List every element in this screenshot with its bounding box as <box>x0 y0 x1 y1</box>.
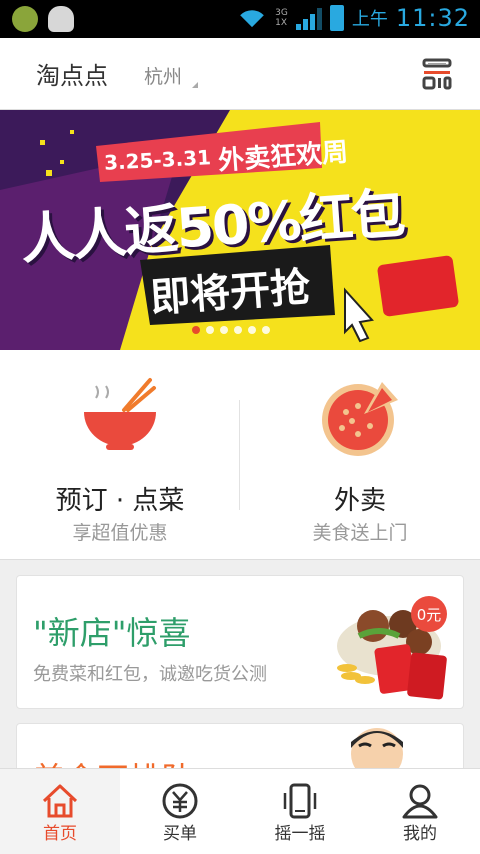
promo-banner[interactable]: 3.25-3.31 外卖狂欢周 人人返50%红包 即将开抢 <box>0 110 480 350</box>
entry-subtitle: 享超值优惠 <box>72 522 168 544</box>
home-icon <box>42 784 78 818</box>
network-type: 3G <box>275 8 288 18</box>
tab-label: 首页 <box>43 824 77 844</box>
city-selector[interactable]: 杭州 <box>144 62 182 89</box>
app-notification-icon <box>12 6 38 32</box>
noodle-bowl-icon <box>84 378 156 450</box>
clock: 11:32 <box>395 4 470 32</box>
yuan-pay-icon <box>162 783 198 819</box>
card-subtitle: 免费菜和红包，诚邀吃货公测 <box>33 664 267 685</box>
pizza-icon <box>322 382 398 456</box>
entry-title: 预订 · 点菜 <box>55 486 185 516</box>
tab-profile[interactable]: 我的 <box>360 769 480 854</box>
tab-label: 我的 <box>403 824 437 844</box>
carousel-dot <box>220 326 228 334</box>
entry-title: 外卖 <box>333 486 386 516</box>
qr-scan-icon[interactable] <box>422 58 452 90</box>
carousel-dot <box>234 326 242 334</box>
wifi-icon <box>240 10 264 28</box>
tab-label: 摇一摇 <box>274 824 326 844</box>
banner-cta: 即将开抢 <box>148 264 312 322</box>
tab-pay[interactable]: 买单 <box>120 769 240 854</box>
bottom-tab-bar: 首页 买单 摇一摇 我的 <box>0 768 480 854</box>
food-redpacket-illustration: 0元 <box>337 596 447 700</box>
tab-home[interactable]: 首页 <box>0 769 120 854</box>
android-icon <box>48 6 74 32</box>
tab-label: 买单 <box>163 824 197 844</box>
caret-down-icon[interactable] <box>192 82 198 88</box>
app-header: 淘点点 杭州 <box>0 38 480 110</box>
shake-phone-icon <box>283 783 317 819</box>
main-entries: 预订 · 点菜 享超值优惠 外卖 美食送上门 <box>0 350 480 560</box>
sim-label: 1X <box>275 18 288 28</box>
entry-subtitle: 美食送上门 <box>312 522 408 544</box>
card-badge: 0元 <box>417 606 442 624</box>
entry-delivery[interactable]: 外卖 美食送上门 <box>240 350 480 560</box>
carousel-dot <box>206 326 214 334</box>
battery-icon <box>329 5 344 31</box>
time-period: 上午 <box>351 9 388 30</box>
signal-icon <box>295 6 322 30</box>
entry-reservation[interactable]: 预订 · 点菜 享超值优惠 <box>0 350 240 560</box>
card-title: "新店"惊喜 <box>33 614 191 652</box>
new-store-card[interactable]: "新店"惊喜 免费菜和红包，诚邀吃货公测 0元 <box>16 575 464 709</box>
app-title: 淘点点 <box>36 62 108 90</box>
tab-shake[interactable]: 摇一摇 <box>240 769 360 854</box>
user-icon <box>402 784 438 819</box>
carousel-indicator <box>192 326 270 334</box>
carousel-dot <box>248 326 256 334</box>
carousel-dot <box>262 326 270 334</box>
status-bar: 3G 1X 上午 11:32 <box>0 0 480 38</box>
carousel-dot <box>192 326 200 334</box>
